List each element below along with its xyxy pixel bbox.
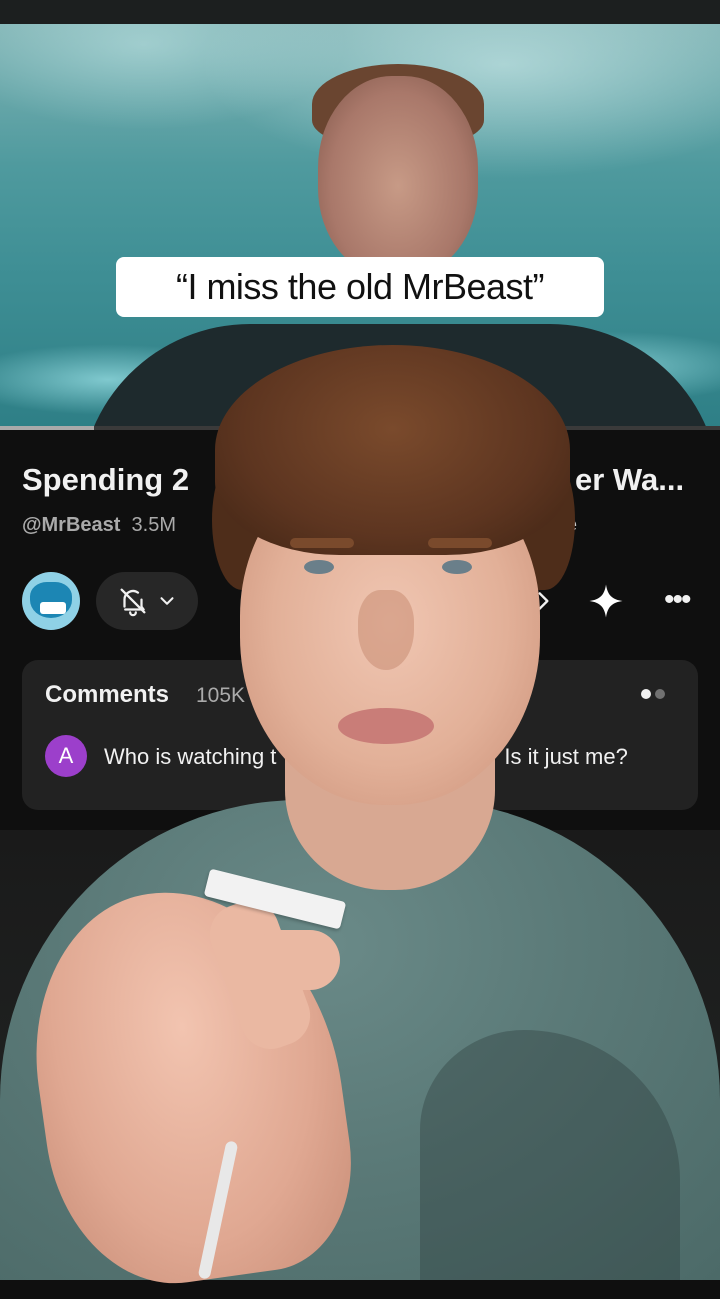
top-comment-start: Who is watching t [104,744,277,769]
carousel-dots [641,686,669,704]
video-caption: “I miss the old MrBeast” [116,257,604,317]
comments-count: 105K [196,684,246,707]
top-status-strip [0,0,720,24]
video-player[interactable] [0,24,720,430]
logo-mouth [40,602,66,614]
video-title-start: Spending 2 [22,462,190,497]
carousel-dot [655,689,665,699]
notification-bell-button[interactable] [96,572,198,630]
comments-label: Comments [45,681,170,708]
top-comment-end: ? Is it just me? [486,744,628,769]
chevron-right-icon[interactable] [530,586,556,616]
more-options-icon[interactable]: ••• [664,585,691,615]
mrbeast-logo-icon[interactable] [22,572,80,630]
bell-off-icon [120,588,146,617]
swimmer-head [318,76,478,276]
video-meta-end[interactable]: re [558,514,577,537]
commenter-avatar: A [45,735,87,777]
sparkle-icon[interactable] [588,583,624,619]
chevron-down-icon [160,597,174,605]
video-meta: @MrBeast 3.5M [22,514,176,537]
carousel-dot-active [641,689,651,699]
video-title-end: er Wa... [575,462,685,497]
room-background [0,830,720,1280]
channel-handle[interactable]: @MrBeast [22,514,120,536]
subscriber-count: 3.5M [131,514,177,536]
